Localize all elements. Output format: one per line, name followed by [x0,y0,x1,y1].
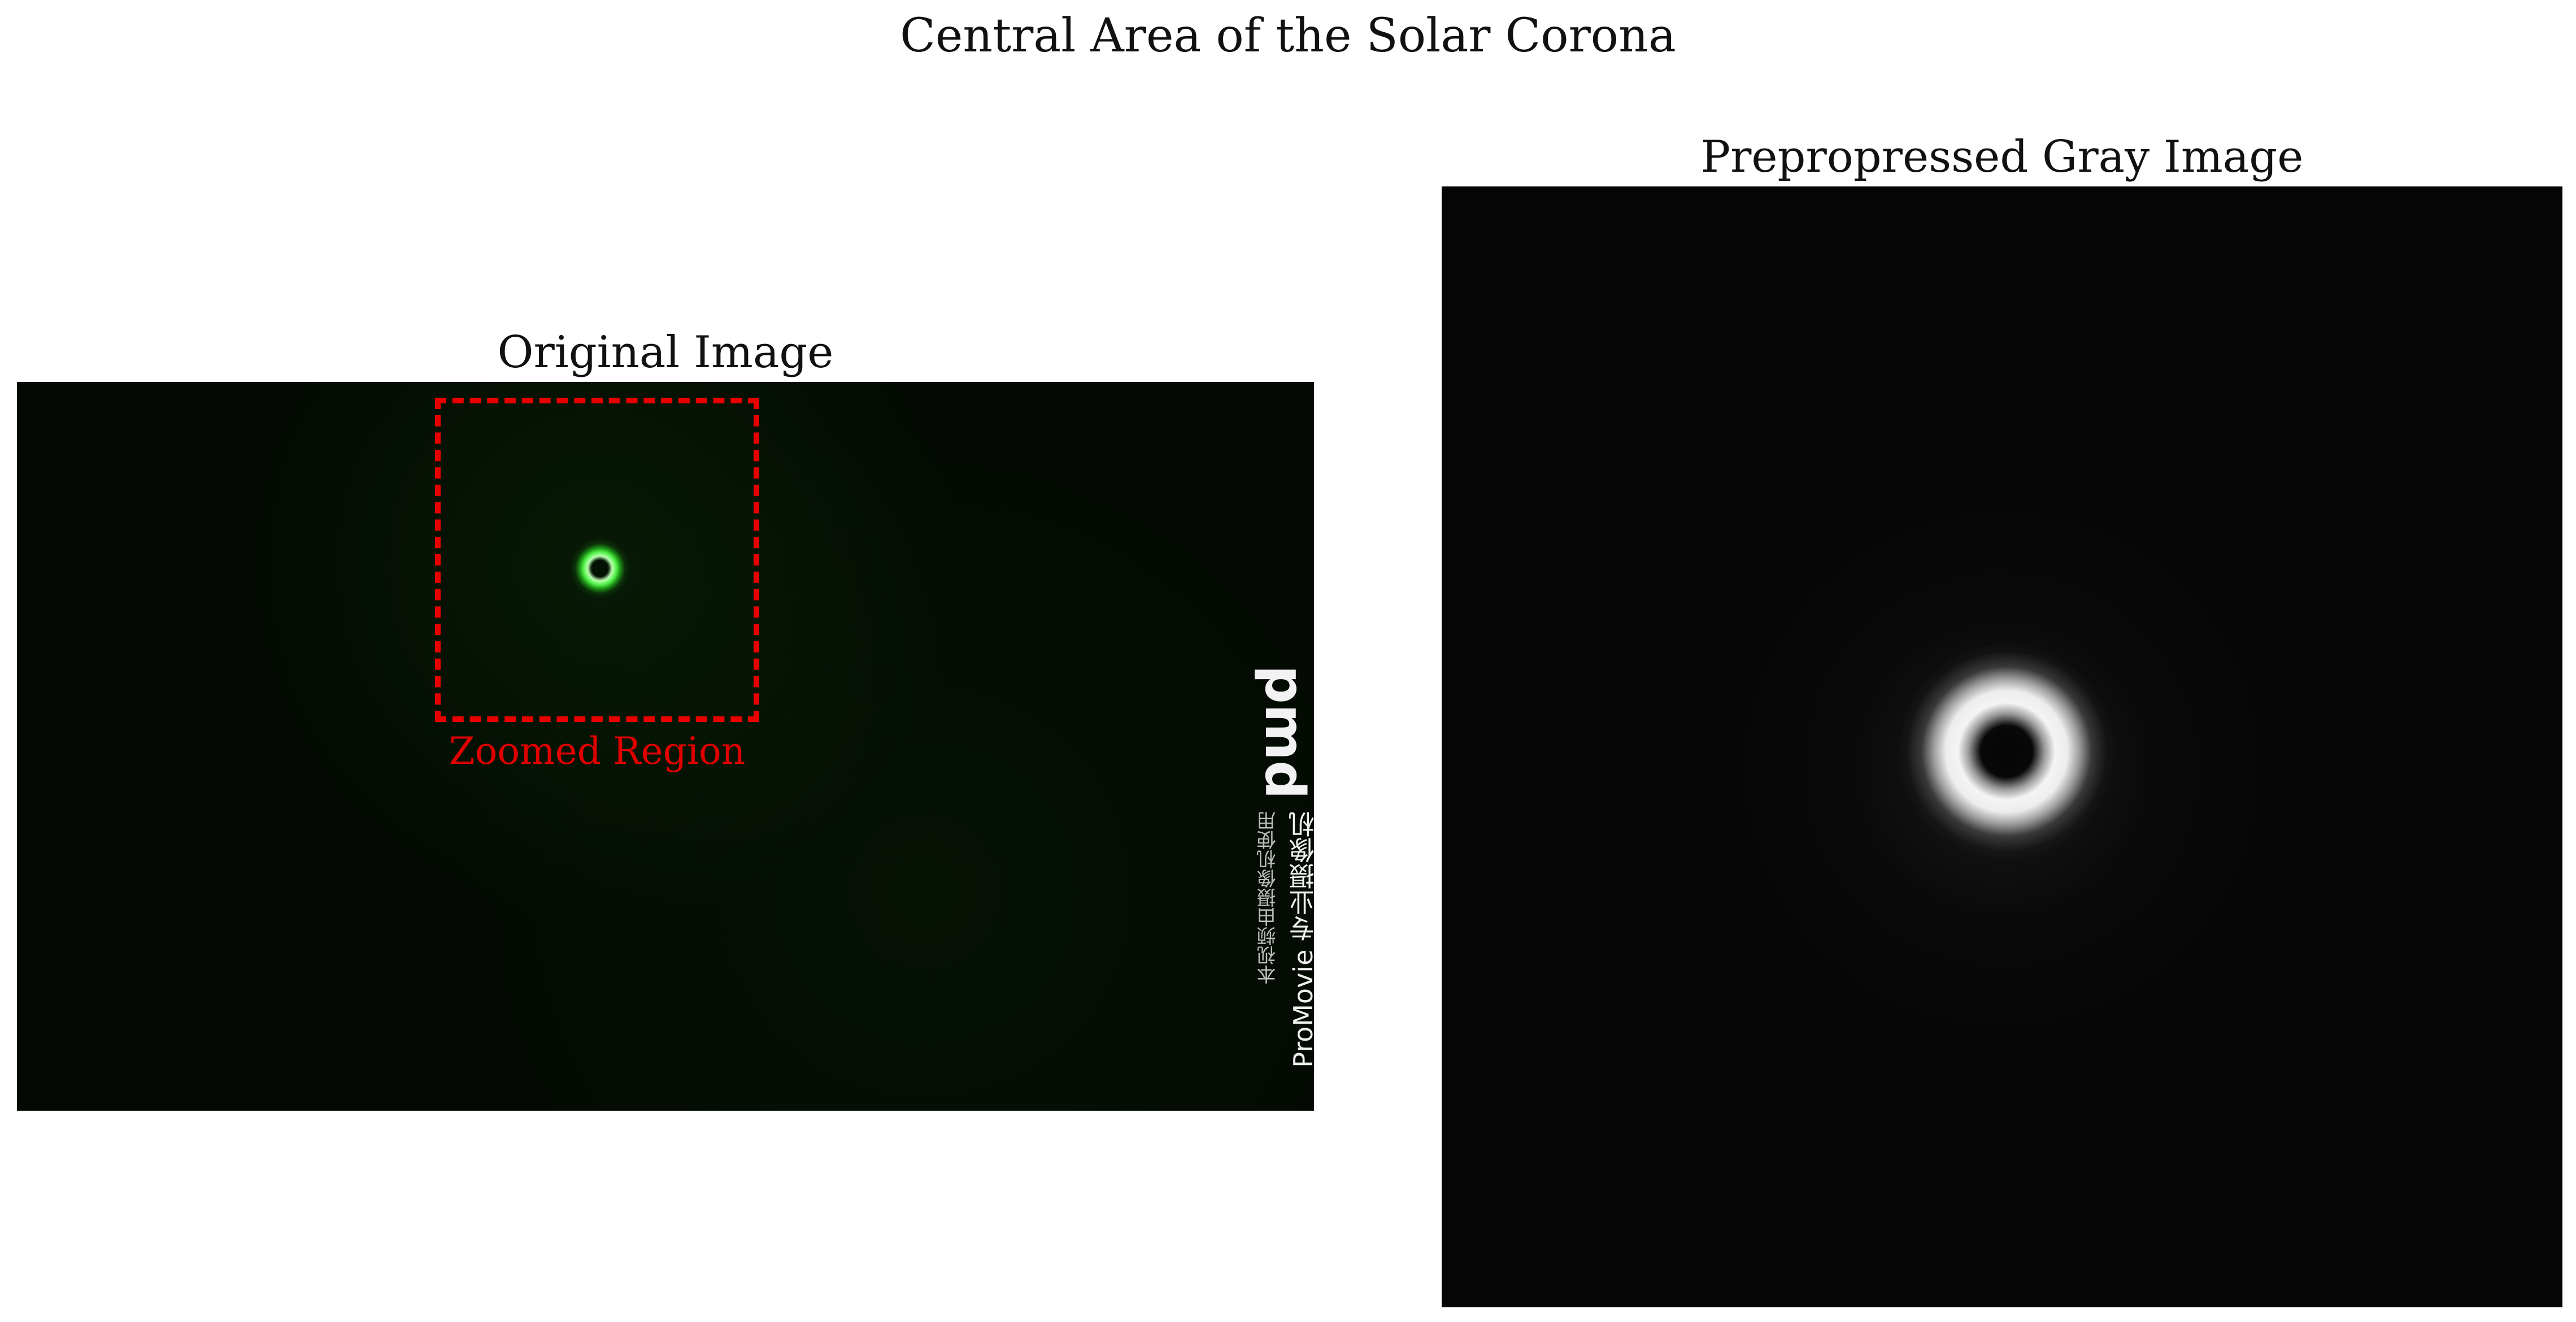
watermark-logo-text: pmd [1253,665,1314,799]
watermark-text-secondary: 本视频由摄像机使用 [1257,811,1280,984]
camera-watermark: pmd ProMovie 专业摄像机 本视频由摄像机使用 [1252,664,1314,1094]
original-image-title: Original Image [497,327,834,378]
zoomed-region-label: Zoomed Region [449,729,746,773]
watermark-text-primary: ProMovie 专业摄像机 [1288,811,1314,1068]
figure-title: Central Area of the Solar Corona [900,9,1676,63]
original-image-panel: Zoomed Region pmd ProMovie 专业摄像机 本视频由摄像机… [17,382,1314,1111]
gray-image-title: Prepropressed Gray Image [1700,132,2304,182]
zoomed-region-box [435,398,759,722]
corona-ring-gray [1899,644,2114,859]
preprocessed-gray-image-panel [1442,186,2562,1307]
watermark-logo: pmd [1253,665,1314,799]
